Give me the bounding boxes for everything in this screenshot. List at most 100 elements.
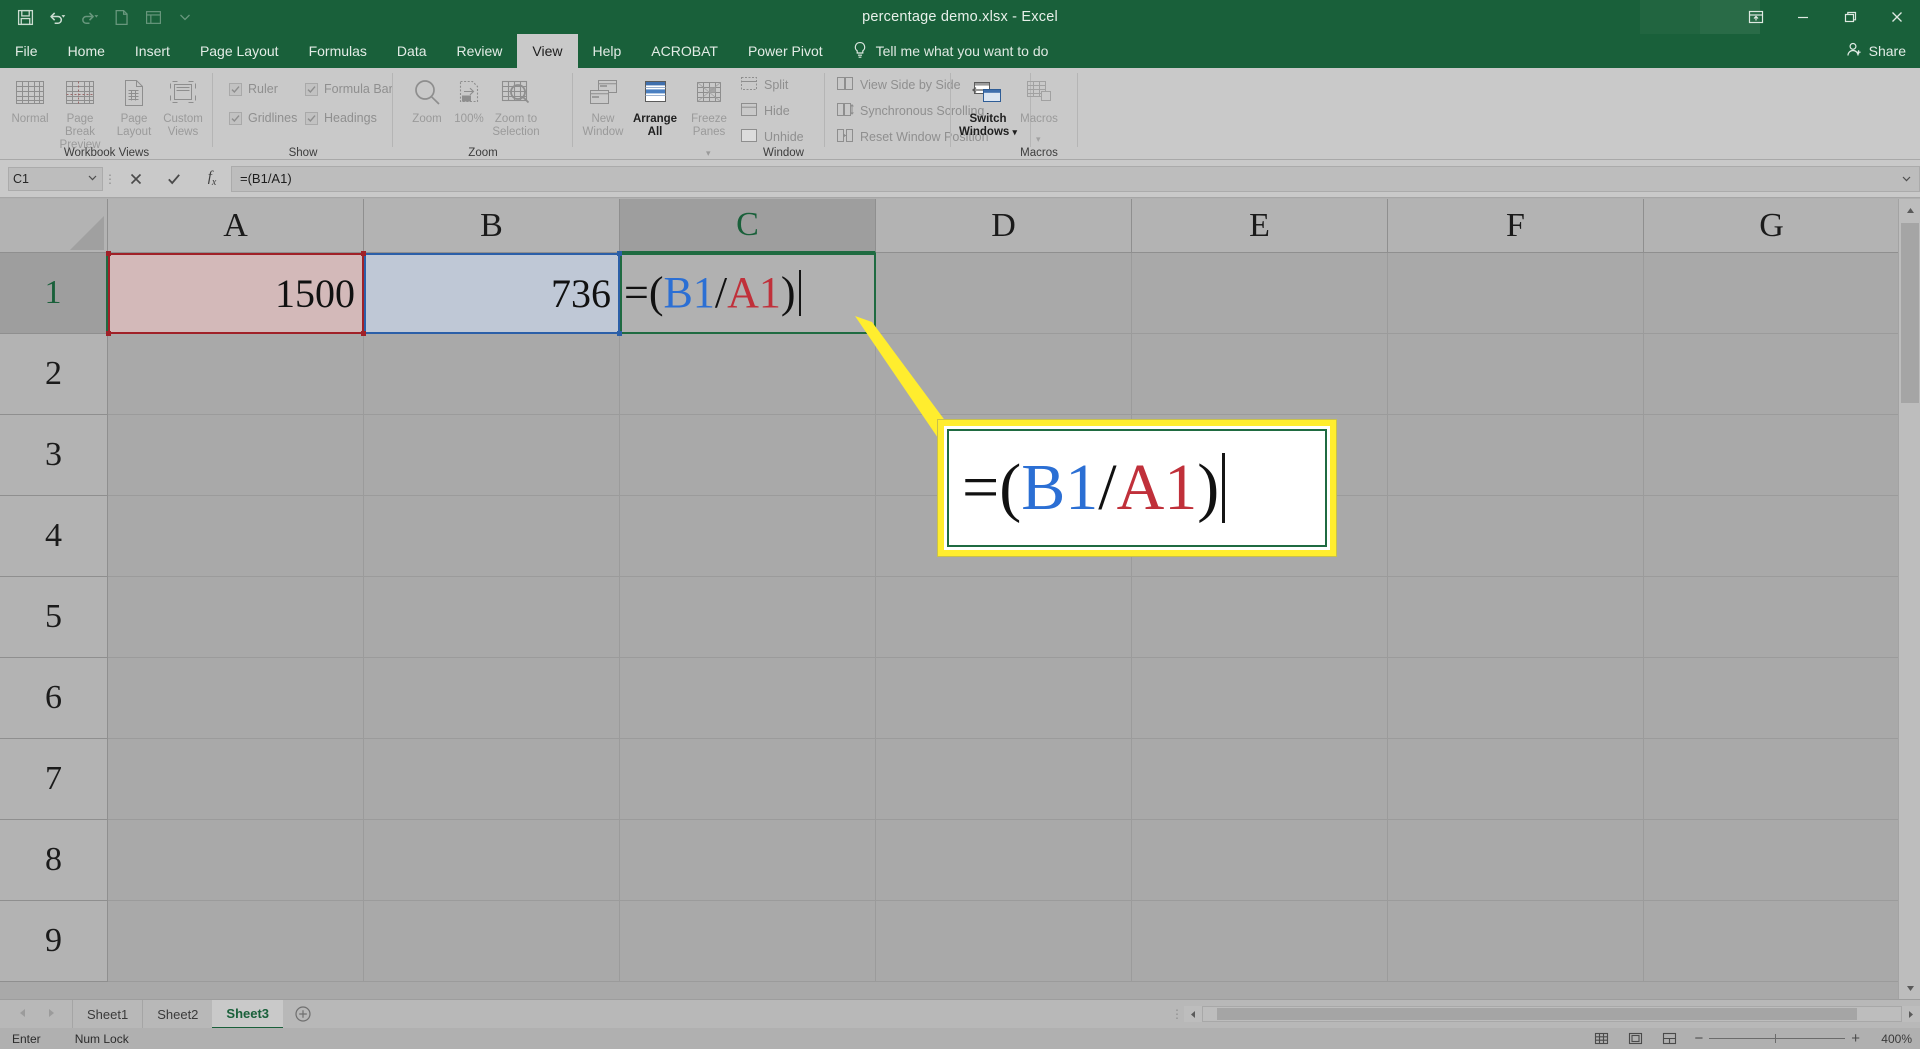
sheet-tab-sheet2[interactable]: Sheet2 xyxy=(142,999,212,1029)
ribbon-button-macros[interactable]: Macros ▾ xyxy=(1011,73,1067,144)
ribbon-button-split[interactable]: Split xyxy=(740,76,788,94)
ribbon-button-page-break-preview[interactable]: Page Break Preview xyxy=(49,73,111,152)
cell-E5[interactable] xyxy=(1132,577,1388,658)
cell-E2[interactable] xyxy=(1132,334,1388,415)
cell-G2[interactable] xyxy=(1644,334,1900,415)
vertical-scrollbar[interactable] xyxy=(1898,199,1920,999)
cell-F2[interactable] xyxy=(1388,334,1644,415)
tab-power-pivot[interactable]: Power Pivot xyxy=(733,34,838,68)
normal-view-icon[interactable] xyxy=(1584,1028,1618,1049)
cell-G7[interactable] xyxy=(1644,739,1900,820)
customize-qat-chevron-down-icon[interactable] xyxy=(170,4,200,30)
checkbox-headings[interactable]: Headings xyxy=(305,111,377,125)
sheet-next-icon[interactable] xyxy=(47,1005,56,1023)
cell-E6[interactable] xyxy=(1132,658,1388,739)
scroll-up-icon[interactable] xyxy=(1899,199,1920,221)
cell-A6[interactable] xyxy=(108,658,364,739)
cell-G3[interactable] xyxy=(1644,415,1900,496)
column-header-d[interactable]: D xyxy=(876,199,1132,253)
cell-E1[interactable] xyxy=(1132,253,1388,334)
cell-F3[interactable] xyxy=(1388,415,1644,496)
tab-view[interactable]: View xyxy=(517,34,578,68)
tab-acrobat[interactable]: ACROBAT xyxy=(636,34,733,68)
cell-D9[interactable] xyxy=(876,901,1132,982)
cell-E7[interactable] xyxy=(1132,739,1388,820)
cell-C8[interactable] xyxy=(620,820,876,901)
cancel-icon[interactable] xyxy=(117,166,155,192)
cell-area[interactable]: 1500 736 =(B1/A1) xyxy=(106,251,1920,999)
quick-access-toolbar[interactable] xyxy=(0,0,200,34)
horizontal-scrollbar[interactable] xyxy=(1202,1006,1902,1022)
row-header-1[interactable]: 1 xyxy=(0,253,108,334)
page-break-view-icon[interactable] xyxy=(1652,1028,1686,1049)
insert-function-icon[interactable]: fx xyxy=(193,166,231,192)
cell-F4[interactable] xyxy=(1388,496,1644,577)
cell-A9[interactable] xyxy=(108,901,364,982)
add-sheet-icon[interactable] xyxy=(283,1000,323,1029)
ref-handle[interactable] xyxy=(361,251,366,256)
column-header-a[interactable]: A xyxy=(108,199,364,253)
sheet-tab-sheet1[interactable]: Sheet1 xyxy=(72,999,142,1029)
tab-formulas[interactable]: Formulas xyxy=(294,34,382,68)
cell-C1[interactable]: =(B1/A1) xyxy=(620,253,876,334)
tab-data[interactable]: Data xyxy=(382,34,442,68)
cell-A4[interactable] xyxy=(108,496,364,577)
new-document-icon[interactable] xyxy=(106,4,136,30)
tab-home[interactable]: Home xyxy=(53,34,120,68)
zoom-slider[interactable]: − + xyxy=(1694,1031,1860,1046)
column-header-e[interactable]: E xyxy=(1132,199,1388,253)
tell-me-search[interactable]: Tell me what you want to do xyxy=(838,34,1059,68)
ribbon-button-arrange-all[interactable]: Arrange All xyxy=(628,73,682,139)
window-controls[interactable] xyxy=(1732,0,1920,34)
hscroll-left-icon[interactable] xyxy=(1184,1006,1202,1022)
sheet-prev-icon[interactable] xyxy=(18,1005,27,1023)
column-header-c[interactable]: C xyxy=(620,199,876,253)
spreadsheet-grid[interactable]: A B C D E F G 1 2 3 4 5 6 7 8 9 1500 736… xyxy=(0,199,1920,999)
cell-E8[interactable] xyxy=(1132,820,1388,901)
ref-handle[interactable] xyxy=(617,251,622,256)
cell-D2[interactable] xyxy=(876,334,1132,415)
tab-help[interactable]: Help xyxy=(578,34,637,68)
select-all-corner[interactable] xyxy=(0,199,108,253)
column-header-f[interactable]: F xyxy=(1388,199,1644,253)
ribbon-button-custom-views[interactable]: Custom Views xyxy=(157,73,209,139)
cell-D8[interactable] xyxy=(876,820,1132,901)
ribbon-button-hide[interactable]: Hide xyxy=(740,102,790,120)
tab-insert[interactable]: Insert xyxy=(120,34,185,68)
ribbon-tab-bar[interactable]: File Home Insert Page Layout Formulas Da… xyxy=(0,34,1920,68)
cell-A1[interactable]: 1500 xyxy=(108,253,364,334)
cell-D1[interactable] xyxy=(876,253,1132,334)
cell-B7[interactable] xyxy=(364,739,620,820)
sheet-nav-arrows[interactable] xyxy=(0,1005,72,1023)
cell-G1[interactable] xyxy=(1644,253,1900,334)
cell-C4[interactable] xyxy=(620,496,876,577)
row-header-5[interactable]: 5 xyxy=(0,577,108,658)
ribbon-button-page-layout-view[interactable]: Page Layout xyxy=(112,73,156,139)
sheet-tab-bar[interactable]: Sheet1 Sheet2 Sheet3 ⋮ xyxy=(0,999,1920,1029)
cell-C5[interactable] xyxy=(620,577,876,658)
scroll-grip[interactable]: ⋮ xyxy=(1170,1007,1184,1021)
cell-B8[interactable] xyxy=(364,820,620,901)
formula-bar-grip[interactable]: ⋮ xyxy=(103,172,117,186)
cell-A7[interactable] xyxy=(108,739,364,820)
cell-D7[interactable] xyxy=(876,739,1132,820)
cell-C7[interactable] xyxy=(620,739,876,820)
horizontal-scroll-area[interactable]: ⋮ xyxy=(1170,1006,1920,1022)
cell-F6[interactable] xyxy=(1388,658,1644,739)
name-box[interactable]: C1 xyxy=(8,166,103,191)
cell-C9[interactable] xyxy=(620,901,876,982)
close-icon[interactable] xyxy=(1873,0,1920,34)
cell-B6[interactable] xyxy=(364,658,620,739)
cell-D5[interactable] xyxy=(876,577,1132,658)
ribbon-button-view-side-by-side[interactable]: View Side by Side xyxy=(836,76,961,94)
cell-B2[interactable] xyxy=(364,334,620,415)
ref-handle[interactable] xyxy=(106,331,111,336)
row-header-6[interactable]: 6 xyxy=(0,658,108,739)
column-header-g[interactable]: G xyxy=(1644,199,1900,253)
ref-handle[interactable] xyxy=(106,251,111,256)
row-header-8[interactable]: 8 xyxy=(0,820,108,901)
checkbox-ruler[interactable]: Ruler xyxy=(229,82,278,96)
cell-A2[interactable] xyxy=(108,334,364,415)
scroll-down-icon[interactable] xyxy=(1899,977,1920,999)
cell-F8[interactable] xyxy=(1388,820,1644,901)
